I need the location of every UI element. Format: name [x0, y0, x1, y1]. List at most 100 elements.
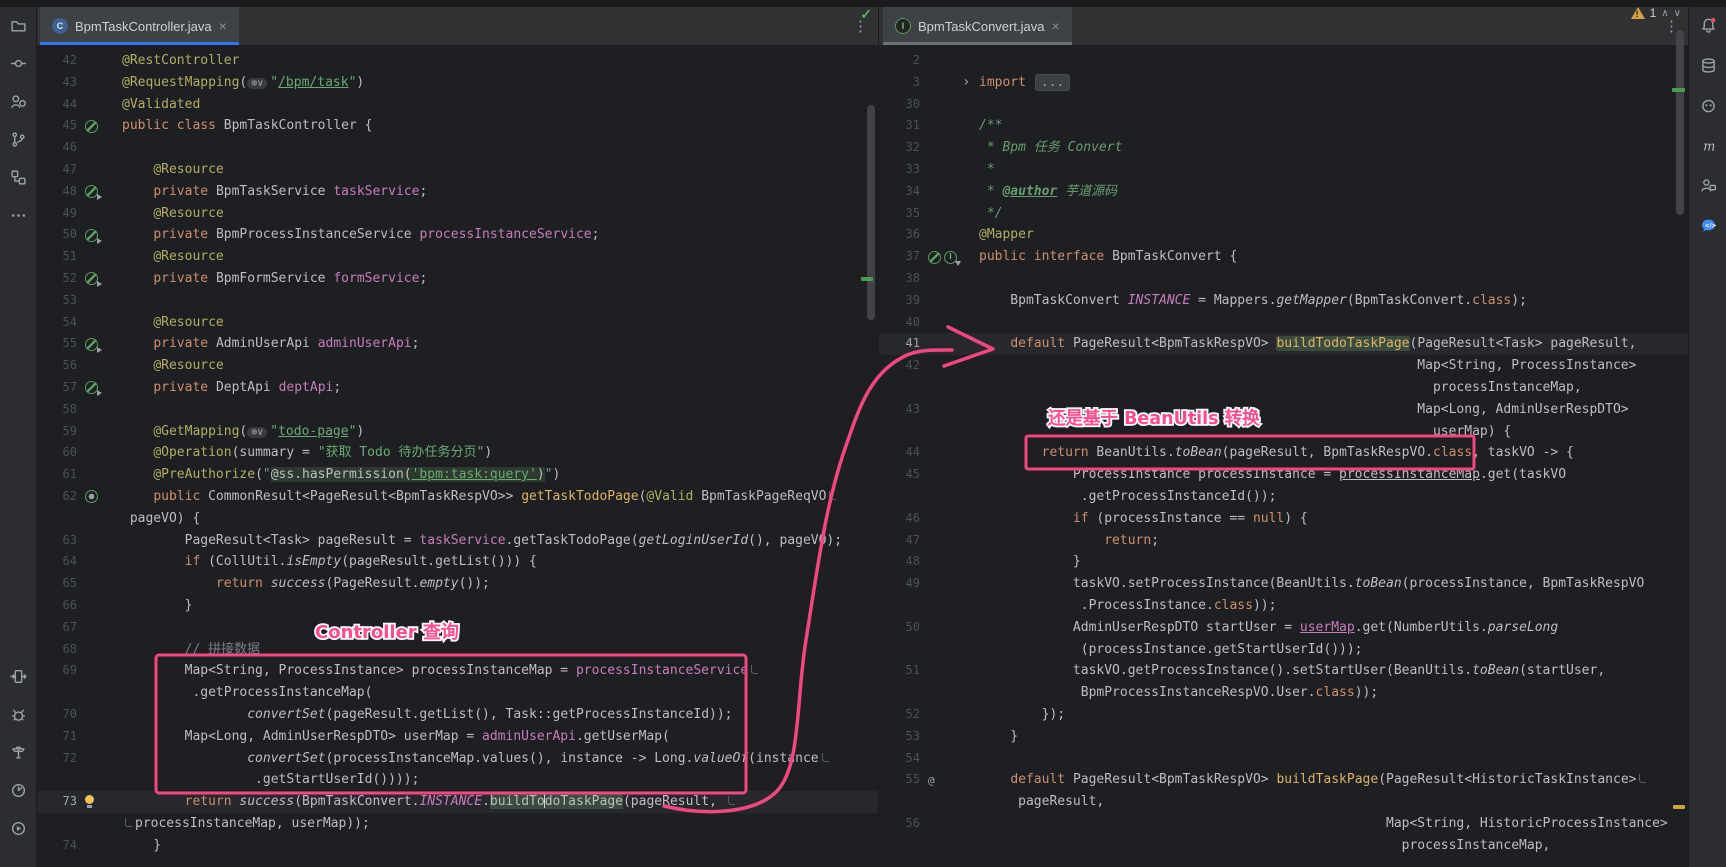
code-line[interactable]: .getProcessInstanceId());: [879, 486, 1689, 508]
profiler-icon[interactable]: [7, 779, 29, 801]
code-line[interactable]: 2: [879, 50, 1689, 72]
scrollbar-right[interactable]: [1676, 30, 1684, 215]
wire-gutter-icon[interactable]: [85, 185, 98, 198]
code-line[interactable]: 48 private BpmTaskService taskService;: [36, 181, 878, 203]
run-icon[interactable]: [7, 665, 29, 687]
code-line[interactable]: 30: [879, 94, 1689, 116]
code-line[interactable]: pageResult,: [879, 791, 1689, 813]
code-line[interactable]: 40: [879, 312, 1689, 334]
inspections-ok-icon[interactable]: ✓: [860, 6, 872, 23]
code-line[interactable]: 59 @GetMapping(⊕∨"todo-page"): [36, 421, 878, 443]
code-line[interactable]: 61 @PreAuthorize("@ss.hasPermission('bpm…: [36, 464, 878, 486]
code-line[interactable]: 56 Map<String, HistoricProcessInstance>: [879, 813, 1689, 835]
code-line[interactable]: 64 if (CollUtil.isEmpty(pageResult.getLi…: [36, 551, 878, 573]
editor-right[interactable]: 23import ...3031/**32 * Bpm 任务 Convert33…: [879, 45, 1689, 867]
codegeex-icon[interactable]: [1697, 174, 1719, 196]
next-problem-icon[interactable]: ∨: [1674, 8, 1681, 19]
branch-icon[interactable]: [7, 128, 29, 150]
gradle-icon[interactable]: [1697, 94, 1719, 116]
code-line[interactable]: 74 }: [36, 835, 878, 857]
code-line[interactable]: BpmProcessInstanceRespVO.User.class));: [879, 682, 1689, 704]
wire-gutter-icon[interactable]: [85, 272, 98, 285]
code-line[interactable]: 49 taskVO.setProcessInstance(BeanUtils.t…: [879, 573, 1689, 595]
code-line[interactable]: 52 });: [879, 704, 1689, 726]
tab-bpmtaskconvert[interactable]: I BpmTaskConvert.java ×: [883, 7, 1072, 45]
more-icon[interactable]: [7, 204, 29, 226]
code-line[interactable]: 72 convertSet(processInstanceMap.values(…: [36, 748, 878, 770]
code-line[interactable]: 39 BpmTaskConvert INSTANCE = Mappers.get…: [879, 290, 1689, 312]
notifications-icon[interactable]: [1697, 14, 1719, 36]
code-line[interactable]: 52 private BpmFormService formService;: [36, 268, 878, 290]
code-line[interactable]: 63 PageResult<Task> pageResult = taskSer…: [36, 530, 878, 552]
code-line[interactable]: pageVO) {: [36, 508, 878, 530]
impl-gutter-icon[interactable]: [944, 251, 957, 264]
code-line[interactable]: 56 @Resource: [36, 355, 878, 377]
pull-requests-icon[interactable]: [7, 90, 29, 112]
code-line[interactable]: 46 if (processInstance == null) {: [879, 508, 1689, 530]
code-line[interactable]: 35 */: [879, 203, 1689, 225]
editor-left[interactable]: 42@RestController43@RequestMapping(⊕∨"/b…: [36, 45, 878, 867]
inspections-widget[interactable]: ! 1 ∧ ∨: [1631, 6, 1681, 20]
code-line[interactable]: 36@Mapper: [879, 224, 1689, 246]
map-gutter-icon[interactable]: [85, 490, 98, 503]
folded-region[interactable]: ...: [1035, 74, 1070, 91]
code-line[interactable]: 50 AdminUserRespDTO startUser = userMap.…: [879, 617, 1689, 639]
code-line[interactable]: 66 }: [36, 595, 878, 617]
code-line[interactable]: 70 convertSet(pageResult.getList(), Task…: [36, 704, 878, 726]
code-line[interactable]: .ProcessInstance.class));: [879, 595, 1689, 617]
code-line[interactable]: userMap) {: [879, 421, 1689, 443]
commit-icon[interactable]: [7, 52, 29, 74]
code-line[interactable]: 33 *: [879, 159, 1689, 181]
code-line[interactable]: 38: [879, 268, 1689, 290]
code-line[interactable]: 48 }: [879, 551, 1689, 573]
code-line[interactable]: 44 return BeanUtils.toBean(pageResult, B…: [879, 442, 1689, 464]
debug-icon[interactable]: [7, 703, 29, 725]
code-line[interactable]: 47 @Resource: [36, 159, 878, 181]
database-icon[interactable]: [1697, 54, 1719, 76]
chev-gutter-icon[interactable]: [959, 76, 972, 89]
bulb-gutter-icon[interactable]: [85, 795, 95, 808]
tab-bpmtaskcontroller[interactable]: C BpmTaskController.java ×: [40, 7, 239, 45]
folder-icon[interactable]: [7, 14, 29, 36]
code-line[interactable]: 31/**: [879, 115, 1689, 137]
code-line[interactable]: 55 private AdminUserApi adminUserApi;: [36, 333, 878, 355]
code-line[interactable]: processInstanceMap,: [879, 377, 1689, 399]
code-line[interactable]: 69 Map<String, ProcessInstance> processI…: [36, 660, 878, 682]
code-line[interactable]: 50 private BpmProcessInstanceService pro…: [36, 224, 878, 246]
code-line[interactable]: (processInstance.getStartUserId()));: [879, 639, 1689, 661]
code-line[interactable]: 44@Validated: [36, 94, 878, 116]
code-line[interactable]: 53 }: [879, 726, 1689, 748]
code-line[interactable]: 45public class BpmTaskController {: [36, 115, 878, 137]
code-line[interactable]: processInstanceMap, userMap));: [36, 813, 878, 835]
code-line[interactable]: 41 default PageResult<BpmTaskRespVO> bui…: [879, 333, 1689, 355]
structure-icon[interactable]: [7, 166, 29, 188]
code-line[interactable]: 71 Map<Long, AdminUserRespDTO> userMap =…: [36, 726, 878, 748]
code-line[interactable]: 3import ...: [879, 72, 1689, 94]
at-gutter-icon[interactable]: [928, 774, 941, 787]
ai-chat-icon[interactable]: </>: [1697, 214, 1719, 236]
prev-problem-icon[interactable]: ∧: [1661, 8, 1668, 19]
code-line[interactable]: 43@RequestMapping(⊕∨"/bpm/task"): [36, 72, 878, 94]
build-icon[interactable]: [7, 741, 29, 763]
code-line[interactable]: .getProcessInstanceMap(: [36, 682, 878, 704]
code-line[interactable]: 68 // 拼接数据: [36, 639, 878, 661]
maven-icon[interactable]: m: [1697, 134, 1719, 156]
code-line[interactable]: 73 return success(BpmTaskConvert.INSTANC…: [36, 791, 878, 813]
code-line[interactable]: 47 return;: [879, 530, 1689, 552]
code-line[interactable]: 54: [879, 748, 1689, 770]
scrollbar-left[interactable]: [867, 105, 875, 320]
code-line[interactable]: 46: [36, 137, 878, 159]
wire-gutter-icon[interactable]: [85, 338, 98, 351]
code-line[interactable]: 54 @Resource: [36, 312, 878, 334]
code-line[interactable]: 58: [36, 399, 878, 421]
code-line[interactable]: 49 @Resource: [36, 203, 878, 225]
bean-gutter-icon[interactable]: [928, 251, 941, 264]
code-line[interactable]: 60 @Operation(summary = "获取 Todo 待办任务分页"…: [36, 442, 878, 464]
code-line[interactable]: 37public interface BpmTaskConvert {: [879, 246, 1689, 268]
code-line[interactable]: 34 * @author 芋道源码: [879, 181, 1689, 203]
code-line[interactable]: 62 public CommonResult<PageResult<BpmTas…: [36, 486, 878, 508]
code-line[interactable]: 67: [36, 617, 878, 639]
code-line[interactable]: 45 ProcessInstance processInstance = pro…: [879, 464, 1689, 486]
code-line[interactable]: 53: [36, 290, 878, 312]
wire-gutter-icon[interactable]: [85, 229, 98, 242]
